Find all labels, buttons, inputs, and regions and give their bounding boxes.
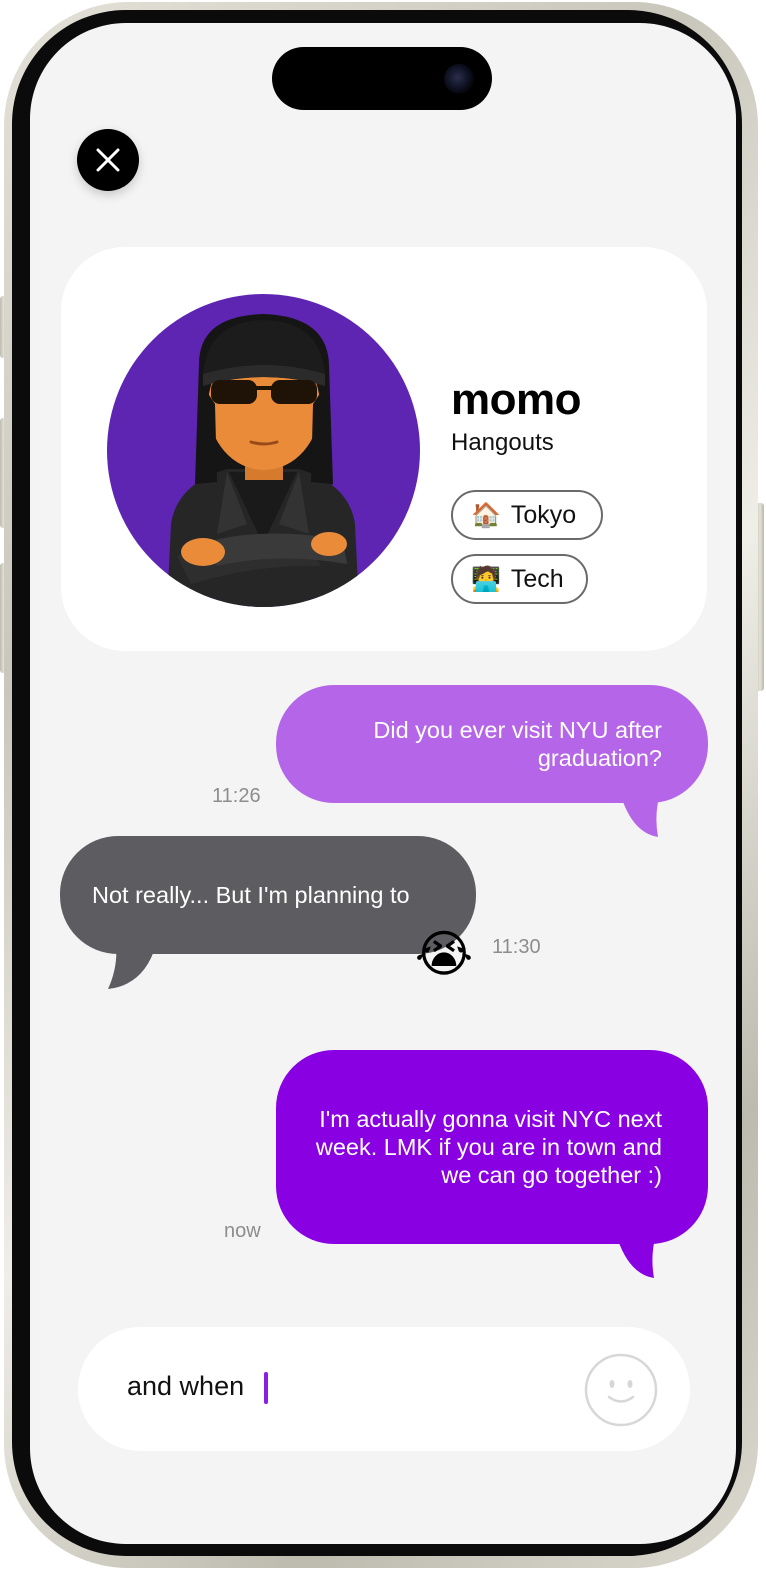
message-text: Not really... But I'm planning to (92, 882, 410, 908)
message-text: Did you ever visit NYU after graduation? (373, 717, 662, 771)
bubble-tail (108, 945, 156, 989)
technologist-icon: 🧑‍💻 (471, 565, 501, 593)
bubble-tail (616, 1234, 656, 1278)
house-icon: 🏠 (471, 501, 501, 529)
close-icon (96, 148, 120, 172)
message-timestamp: 11:26 (212, 785, 261, 807)
message-bubble-sent[interactable]: Did you ever visit NYU after graduation? (276, 685, 708, 803)
message-bubble-sent[interactable]: I'm actually gonna visit NYC next week. … (276, 1050, 708, 1244)
front-camera (444, 64, 474, 94)
profile-subtitle: Hangouts (451, 429, 554, 456)
message-timestamp: 11:30 (492, 936, 541, 958)
bubble-tail (620, 793, 660, 837)
message-input[interactable]: and when (127, 1371, 244, 1402)
tag-label: Tokyo (510, 500, 577, 529)
message-timestamp: now (224, 1220, 261, 1242)
message-input-bar[interactable]: and when (78, 1327, 690, 1451)
close-button[interactable] (77, 129, 139, 191)
tag-label: Tech (510, 564, 564, 593)
dynamic-island (272, 47, 492, 110)
avatar[interactable] (107, 294, 420, 607)
text-caret (264, 1372, 268, 1404)
tag-chip-tokyo[interactable]: 🏠 Tokyo (451, 490, 603, 540)
profile-name: momo (451, 375, 582, 424)
smiley-icon[interactable] (584, 1353, 658, 1427)
profile-card: momo Hangouts 🏠 Tokyo 🧑‍💻 Tech (61, 247, 707, 651)
reaction-loudly-crying-icon[interactable]: 😭 (413, 923, 475, 985)
avatar-illustration (167, 314, 359, 607)
screen: momo Hangouts 🏠 Tokyo 🧑‍💻 Tech Did you e… (30, 23, 736, 1544)
tag-chip-tech[interactable]: 🧑‍💻 Tech (451, 554, 588, 604)
message-text: I'm actually gonna visit NYC next week. … (315, 1106, 662, 1188)
